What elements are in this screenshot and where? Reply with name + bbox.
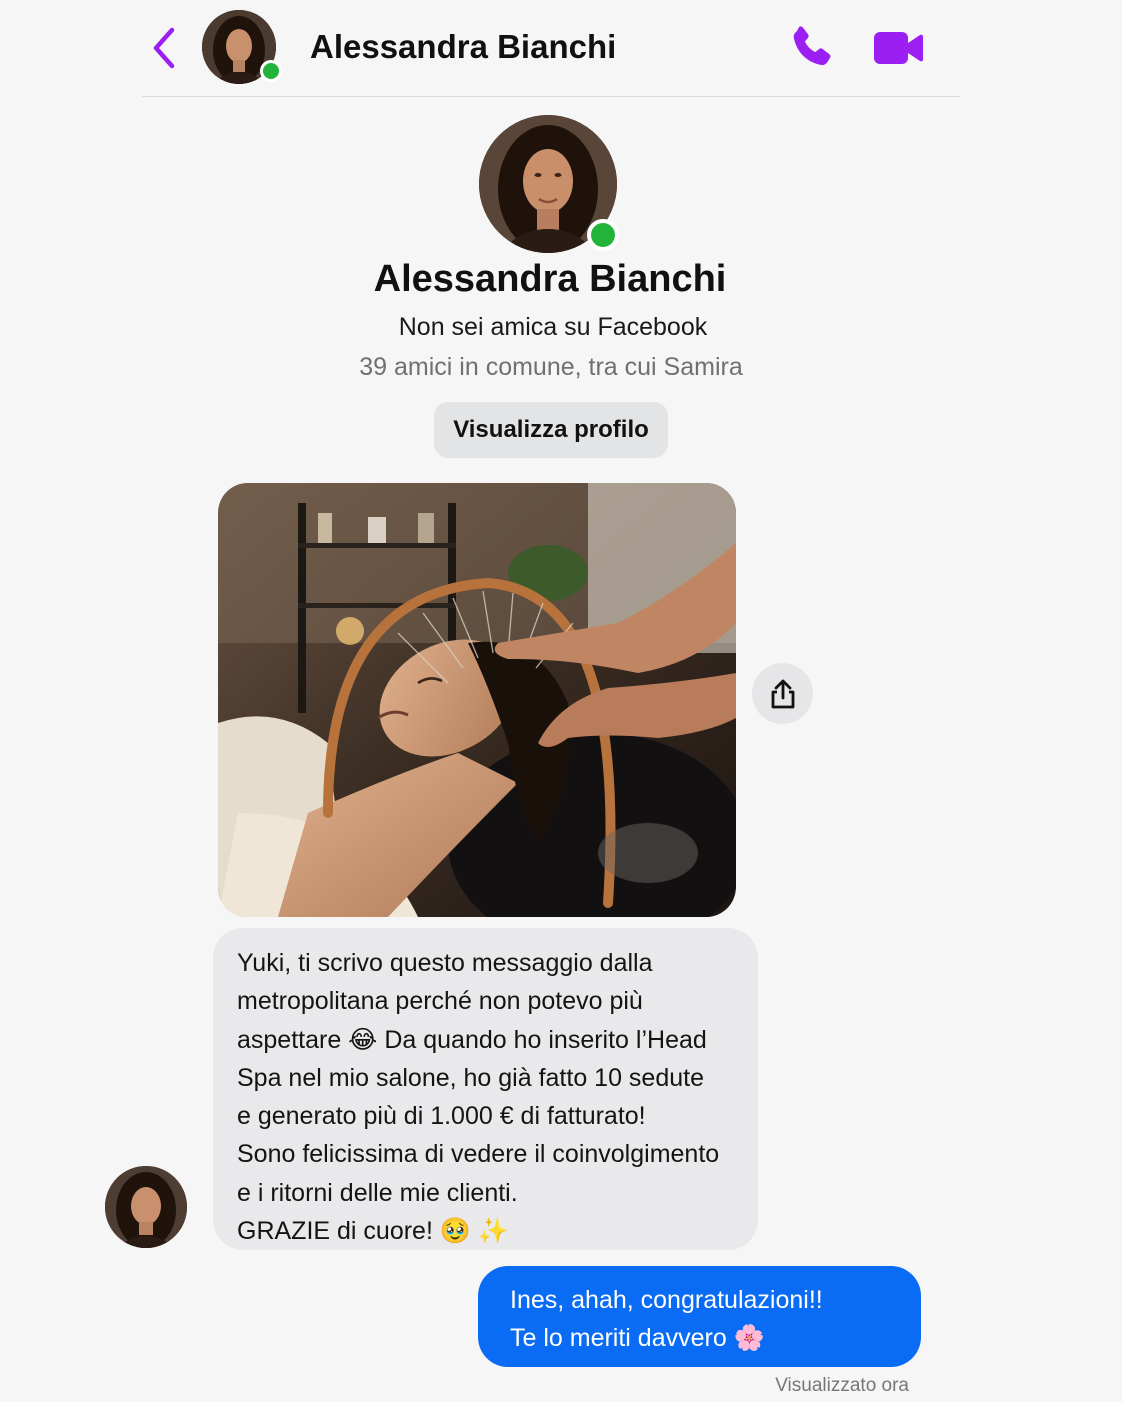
profile-name: Alessandra Bianchi (373, 258, 727, 300)
contact-name[interactable]: Alessandra Bianchi (310, 28, 616, 66)
online-status-indicator (587, 219, 619, 251)
sender-avatar[interactable] (105, 1166, 187, 1248)
seen-status: Visualizzato ora (775, 1375, 909, 1396)
chat-header: Alessandra Bianchi (142, 0, 960, 97)
back-button[interactable] (150, 26, 180, 70)
phone-icon (793, 26, 831, 66)
video-call-button[interactable] (870, 24, 926, 72)
audio-call-button[interactable] (785, 22, 837, 74)
photo-message[interactable] (218, 483, 736, 917)
share-photo-button[interactable] (752, 663, 813, 724)
messenger-chat-screen: Alessandra Bianchi Alessandra Bianchi No… (0, 0, 1122, 1402)
share-icon (771, 679, 794, 708)
chevron-left-icon (153, 27, 175, 69)
view-profile-button[interactable]: Visualizza profilo (434, 402, 668, 458)
incoming-message-text: Yuki, ti scrivo questo messaggio dalla m… (237, 949, 720, 1246)
contact-avatar[interactable] (202, 10, 282, 84)
video-camera-icon (874, 32, 923, 64)
profile-avatar[interactable] (479, 115, 619, 253)
online-status-indicator (260, 60, 282, 82)
outgoing-message-bubble[interactable]: Ines, ahah, congratulazioni!! Te lo meri… (478, 1266, 921, 1367)
sender-avatar-image (105, 1166, 187, 1248)
head-spa-photo (218, 483, 736, 917)
outgoing-message-text: Ines, ahah, congratulazioni!! Te lo meri… (510, 1286, 823, 1352)
incoming-message-bubble[interactable]: Yuki, ti scrivo questo messaggio dalla m… (213, 928, 758, 1250)
mutual-friends-text: 39 amici in comune, tra cui Samira (359, 353, 743, 381)
friend-status-text: Non sei amica su Facebook (398, 313, 708, 341)
